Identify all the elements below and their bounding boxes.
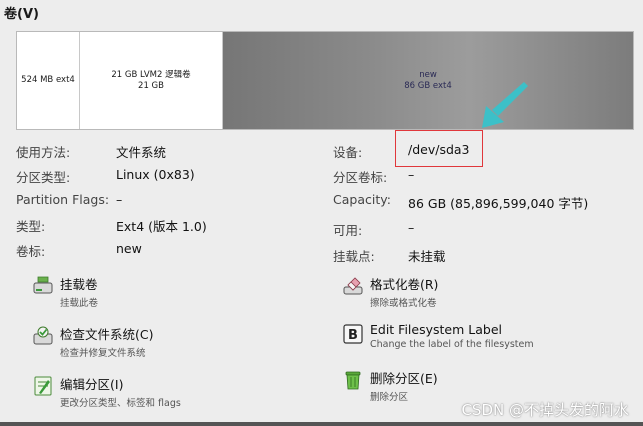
mount-point-value: 未挂载 (408, 249, 446, 264)
check-filesystem-button[interactable]: 检查文件系统(C) 检查并修复文件系统 (32, 324, 153, 359)
volume-segment-3-selected[interactable]: new 86 GB ext4 (223, 32, 633, 129)
segment-2-label: 21 GB LVM2 逻辑卷 (111, 69, 191, 80)
mount-volume-button[interactable]: 挂载卷 挂载此卷 (32, 274, 98, 309)
check-filesystem-icon (33, 326, 53, 345)
volume-segment-1[interactable]: 524 MB ext4 (17, 32, 80, 129)
mount-volume-title: 挂载卷 (60, 277, 98, 292)
volumes-section-title: 卷(V) (4, 7, 39, 22)
segment-3-label: new (419, 69, 437, 80)
partition-label-label: 分区卷标: (333, 170, 388, 185)
label-b-icon: B (343, 324, 363, 344)
edit-filesystem-label-button[interactable]: B Edit Filesystem Label Change the label… (342, 322, 534, 350)
delete-partition-button[interactable]: 删除分区(E) 删除分区 (342, 368, 438, 403)
volume-map-bar: 524 MB ext4 21 GB LVM2 逻辑卷 21 GB new 86 … (16, 31, 634, 130)
volume-segment-2[interactable]: 21 GB LVM2 逻辑卷 21 GB (80, 32, 223, 129)
available-label: 可用: (333, 223, 363, 238)
edit-partition-subtitle: 更改分区类型、标签和 flags (60, 398, 181, 409)
annotation-arrow (482, 82, 528, 128)
partition-label-value: – (408, 167, 415, 182)
partition-type-value: Linux (0x83) (116, 167, 195, 182)
format-volume-button[interactable]: 格式化卷(R) 擦除或格式化卷 (342, 274, 438, 309)
mount-drive-icon (33, 276, 53, 294)
bottom-border (0, 422, 643, 426)
check-filesystem-title: 检查文件系统(C) (60, 327, 154, 342)
partition-flags-label: Partition Flags: (16, 192, 110, 207)
volume-label-value: new (116, 241, 142, 256)
capacity-label: Capacity: (333, 192, 391, 207)
device-highlight-box (395, 130, 483, 167)
usage-value: 文件系统 (116, 145, 167, 160)
trash-icon (345, 371, 361, 390)
watermark: CSDN @不掉头发的阿水 (461, 401, 629, 419)
partition-type-label: 分区类型: (16, 170, 71, 185)
segment-3-size: 86 GB ext4 (404, 80, 452, 91)
segment-2-size: 21 GB (138, 80, 164, 91)
delete-partition-title: 删除分区(E) (370, 371, 438, 386)
available-value: – (408, 220, 415, 235)
format-volume-title: 格式化卷(R) (370, 277, 439, 292)
format-eraser-icon (343, 277, 363, 295)
edit-partition-title: 编辑分区(I) (60, 377, 124, 392)
edit-filesystem-label-title: Edit Filesystem Label (370, 322, 502, 337)
delete-partition-subtitle: 删除分区 (370, 392, 409, 403)
edit-partition-icon (34, 376, 52, 396)
mount-volume-subtitle: 挂载此卷 (60, 298, 99, 309)
check-filesystem-subtitle: 检查并修复文件系统 (60, 348, 146, 359)
partition-flags-value: – (116, 192, 123, 207)
fs-type-value: Ext4 (版本 1.0) (116, 219, 207, 234)
format-volume-subtitle: 擦除或格式化卷 (370, 298, 437, 309)
segment-1-label: 524 MB ext4 (21, 75, 75, 85)
usage-label: 使用方法: (16, 145, 71, 160)
device-label: 设备: (333, 145, 363, 160)
capacity-value: 86 GB (85,896,599,040 字节) (408, 196, 589, 211)
volume-label-label: 卷标: (16, 244, 46, 259)
edit-filesystem-label-subtitle: Change the label of the filesystem (370, 339, 534, 350)
svg-text:B: B (348, 328, 358, 343)
mount-point-label: 挂载点: (333, 249, 375, 264)
fs-type-label: 类型: (16, 219, 46, 234)
edit-partition-button[interactable]: 编辑分区(I) 更改分区类型、标签和 flags (32, 374, 181, 409)
